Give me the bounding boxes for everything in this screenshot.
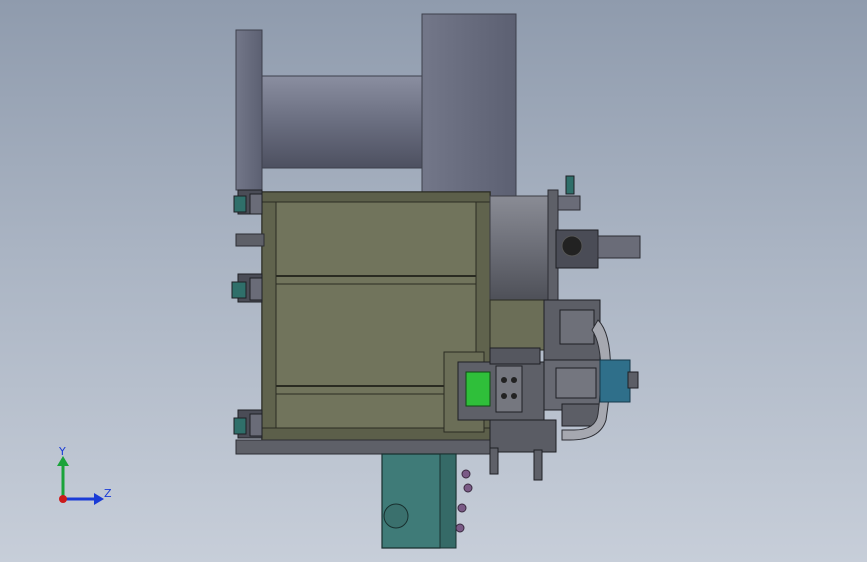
inner-block[interactable] (489, 299, 551, 351)
drive-assembly[interactable] (543, 299, 639, 441)
coordinate-triad: Y Z (57, 445, 112, 505)
green-part[interactable] (465, 371, 491, 407)
z-arrowhead-icon (94, 493, 104, 505)
shaft[interactable] (597, 235, 641, 259)
drum-right-flange[interactable] (421, 13, 517, 197)
side-stub[interactable] (235, 233, 265, 247)
caster-top[interactable] (233, 189, 263, 215)
caster-bottom[interactable] (233, 409, 263, 439)
motor[interactable] (599, 359, 631, 403)
drum-barrel[interactable] (261, 75, 423, 169)
z-axis-label: Z (104, 487, 112, 500)
caster-middle[interactable] (231, 273, 263, 303)
cad-viewport[interactable]: Y Z (0, 0, 867, 562)
base-rail[interactable] (235, 439, 499, 455)
winch-drum[interactable] (235, 13, 517, 197)
clamp-bracket[interactable] (443, 347, 557, 481)
origin-dot-icon (59, 495, 67, 503)
lower-plate[interactable] (381, 453, 473, 549)
plate-hole (383, 503, 409, 529)
drum-left-flange[interactable] (235, 29, 263, 191)
y-axis-label: Y (58, 445, 66, 458)
